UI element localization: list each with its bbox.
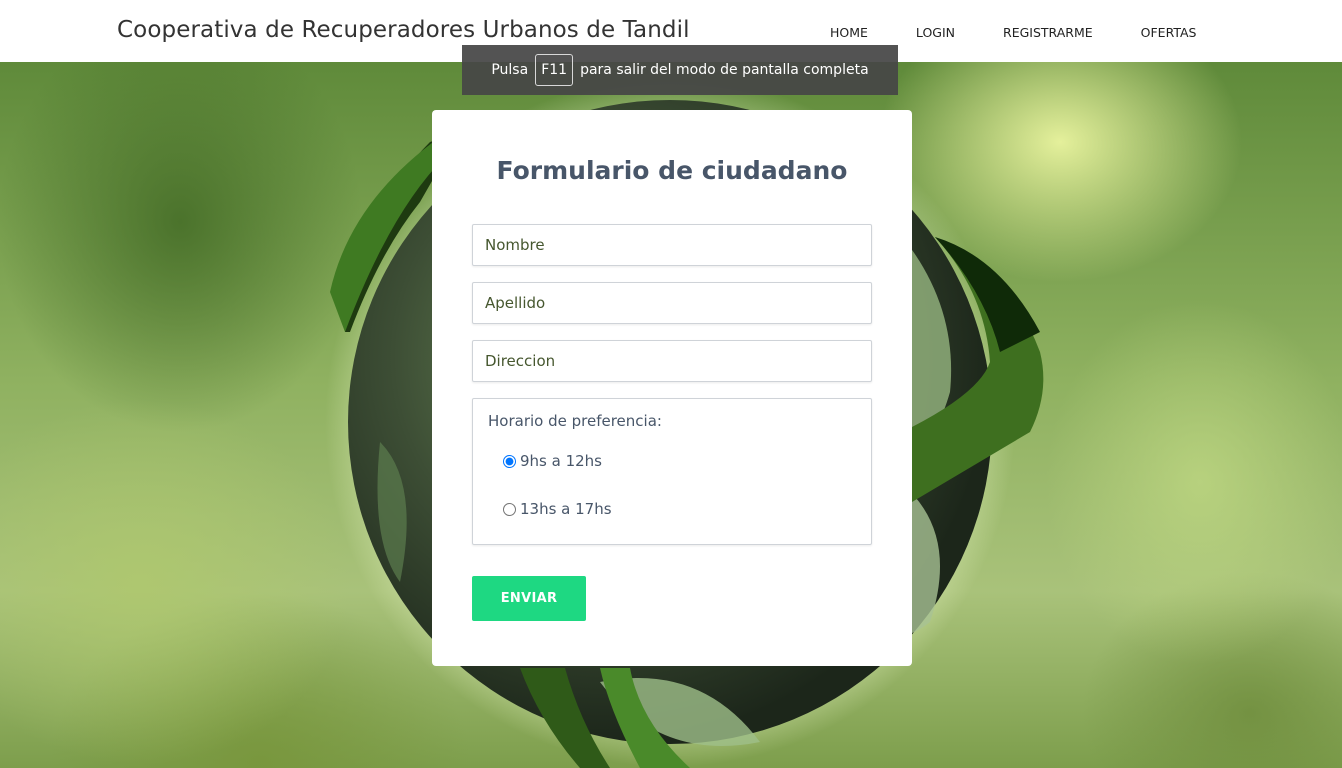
schedule-legend: Horario de preferencia:	[488, 412, 662, 430]
fullscreen-exit-notice: Pulsa F11 para salir del modo de pantall…	[462, 45, 898, 95]
fullscreen-notice-prefix: Pulsa	[491, 62, 529, 78]
citizen-form-card: Formulario de ciudadano Horario de prefe…	[432, 110, 912, 666]
direccion-input[interactable]	[472, 340, 872, 382]
nav-links: HOME LOGIN REGISTRARME OFERTAS	[830, 25, 1197, 40]
nav-link-login[interactable]: LOGIN	[916, 25, 955, 40]
schedule-option-afternoon-label: 13hs a 17hs	[520, 500, 612, 518]
nombre-input[interactable]	[472, 224, 872, 266]
radio-morning[interactable]	[503, 454, 516, 468]
nav-link-home[interactable]: HOME	[830, 25, 868, 40]
schedule-option-afternoon[interactable]: 13hs a 17hs	[503, 500, 612, 518]
apellido-input[interactable]	[472, 282, 872, 324]
radio-afternoon[interactable]	[503, 502, 516, 516]
brand-title[interactable]: Cooperativa de Recuperadores Urbanos de …	[117, 17, 690, 43]
fullscreen-notice-suffix: para salir del modo de pantalla completa	[580, 62, 869, 78]
nav-link-ofertas[interactable]: OFERTAS	[1141, 25, 1197, 40]
form-title: Formulario de ciudadano	[496, 156, 848, 185]
submit-button[interactable]: ENVIAR	[472, 576, 586, 621]
schedule-fieldset: Horario de preferencia: 9hs a 12hs 13hs …	[472, 398, 872, 545]
f11-key-badge: F11	[535, 54, 574, 86]
schedule-option-morning-label: 9hs a 12hs	[520, 452, 603, 470]
schedule-option-morning[interactable]: 9hs a 12hs	[503, 452, 602, 470]
nav-link-registrarme[interactable]: REGISTRARME	[1003, 25, 1093, 40]
